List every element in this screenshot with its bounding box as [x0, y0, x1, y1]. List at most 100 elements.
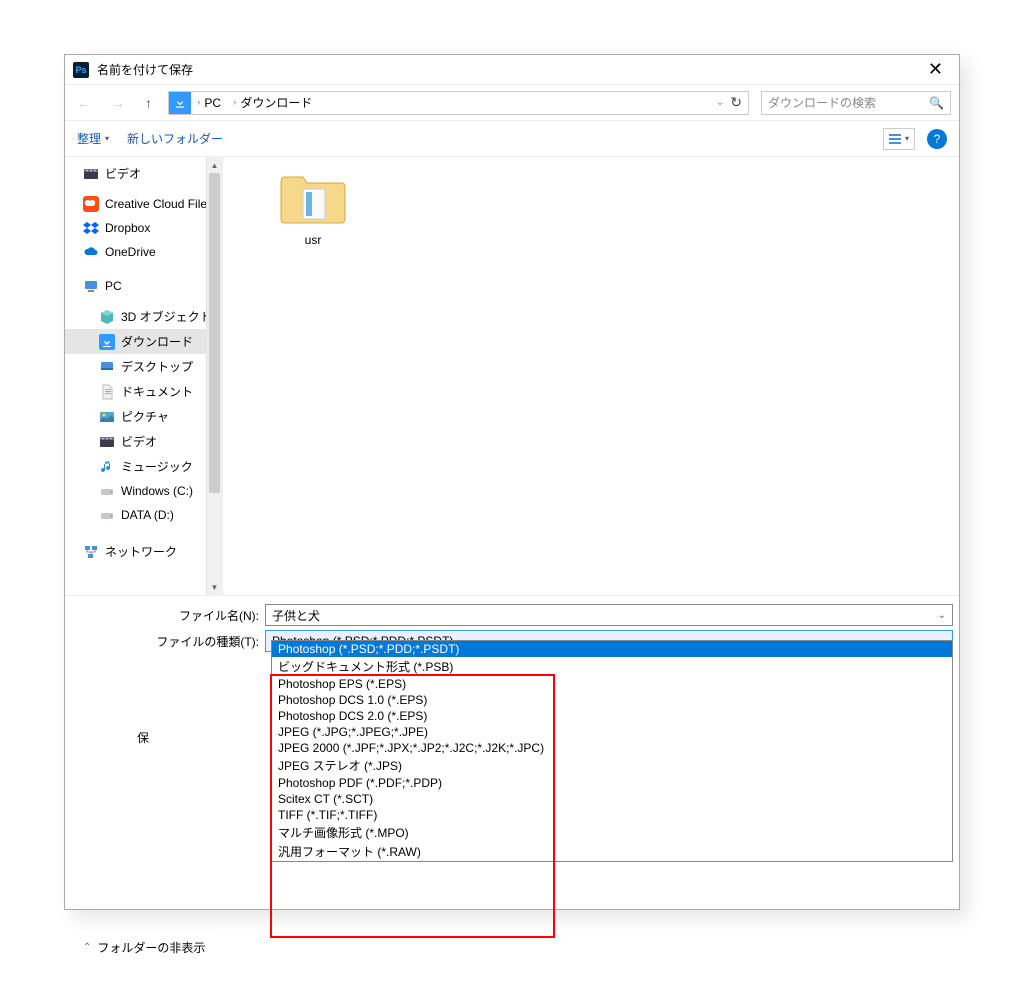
- sidebar-item-label: ドキュメント: [121, 383, 193, 400]
- save-as-dialog: Ps 名前を付けて保存 ✕ ← → ↑ ›PC ›ダウンロード ⌄ ↻ ダウンロ…: [64, 54, 960, 910]
- picture-icon: [99, 409, 115, 425]
- filetype-option[interactable]: JPEG 2000 (*.JPF;*.JPX;*.JP2;*.J2C;*.J2K…: [272, 740, 952, 756]
- onedrive-icon: [83, 244, 99, 260]
- file-content-area[interactable]: usr: [223, 157, 959, 595]
- sidebar-item-dropbox[interactable]: Dropbox: [65, 216, 222, 240]
- filetype-option[interactable]: Photoshop DCS 2.0 (*.EPS): [272, 708, 952, 724]
- window-title: 名前を付けて保存: [97, 61, 193, 78]
- chevron-up-icon: ⌃: [83, 942, 91, 953]
- filetype-option[interactable]: Photoshop EPS (*.EPS): [272, 676, 952, 692]
- cc-icon: [83, 196, 99, 212]
- path-segment-pc[interactable]: ›PC: [191, 92, 227, 114]
- sidebar-item-ミュージック[interactable]: ミュージック: [65, 454, 222, 479]
- document-icon: [99, 384, 115, 400]
- organize-button[interactable]: 整理: [77, 130, 109, 147]
- up-button[interactable]: ↑: [141, 95, 156, 111]
- filename-label: ファイル名(N):: [65, 607, 265, 624]
- bottom-area: 保 Photoshop (*.PSD;*.PDD;*.PSDT)ビッグドキュメン…: [65, 664, 959, 964]
- back-button[interactable]: ←: [73, 95, 95, 111]
- desktop-icon: [99, 359, 115, 375]
- filetype-dropdown[interactable]: Photoshop (*.PSD;*.PDD;*.PSDT)ビッグドキュメント形…: [271, 640, 953, 862]
- filetype-option[interactable]: JPEG ステレオ (*.JPS): [272, 756, 952, 775]
- sidebar-item-label: デスクトップ: [121, 358, 193, 375]
- sidebar-item-デスクトップ[interactable]: デスクトップ: [65, 354, 222, 379]
- download-arrow-icon: [169, 92, 191, 114]
- photoshop-icon: Ps: [73, 62, 89, 78]
- sidebar-item-creative-cloud-files[interactable]: Creative Cloud Files: [65, 192, 222, 216]
- close-button[interactable]: ✕: [920, 59, 951, 80]
- view-mode-button[interactable]: ▾: [883, 128, 915, 150]
- sidebar-item-label: ビデオ: [105, 165, 141, 182]
- chevron-down-icon[interactable]: ⌄: [938, 610, 946, 621]
- sidebar-item-label: ダウンロード: [121, 333, 193, 350]
- sidebar-item-label: ミュージック: [121, 458, 193, 475]
- sidebar-item-label: 3D オブジェクト: [121, 308, 212, 325]
- sidebar-item-3d-オブジェクト[interactable]: 3D オブジェクト: [65, 304, 222, 329]
- sidebar-item-ビデオ[interactable]: ビデオ: [65, 161, 222, 186]
- toolbar: 整理 新しいフォルダー ▾ ?: [65, 121, 959, 157]
- sidebar-item-label: ピクチャ: [121, 408, 169, 425]
- sidebar-item-ネットワーク[interactable]: ネットワーク: [65, 539, 222, 564]
- sidebar-item-data-(d:)[interactable]: DATA (D:): [65, 503, 222, 527]
- folder-item-usr[interactable]: usr: [263, 171, 363, 247]
- hide-folders-button[interactable]: ⌃ フォルダーの非表示: [71, 931, 217, 964]
- scroll-thumb[interactable]: [209, 173, 220, 493]
- drive-icon: [99, 483, 115, 499]
- filetype-option[interactable]: JPEG (*.JPG;*.JPEG;*.JPE): [272, 724, 952, 740]
- sidebar: ビデオ Creative Cloud Files Dropbox OneDrive PC…: [65, 157, 223, 595]
- chevron-right-icon: ›: [233, 97, 236, 108]
- filetype-option[interactable]: マルチ画像形式 (*.MPO): [272, 823, 952, 842]
- folder-label: usr: [305, 233, 322, 247]
- help-button[interactable]: ?: [927, 129, 947, 149]
- 3d-icon: [99, 309, 115, 325]
- sidebar-item-ビデオ[interactable]: ビデオ: [65, 429, 222, 454]
- pc-icon: [83, 278, 99, 294]
- navbar: ← → ↑ ›PC ›ダウンロード ⌄ ↻ ダウンロードの検索 🔍: [65, 85, 959, 121]
- filetype-option[interactable]: Photoshop PDF (*.PDF;*.PDP): [272, 775, 952, 791]
- scroll-up-icon[interactable]: ▲: [207, 157, 222, 173]
- sidebar-item-label: DATA (D:): [121, 508, 174, 522]
- filetype-option[interactable]: 汎用フォーマット (*.RAW): [272, 842, 952, 861]
- chevron-right-icon: ›: [197, 97, 200, 108]
- video-icon: [83, 166, 99, 182]
- filetype-option[interactable]: Scitex CT (*.SCT): [272, 791, 952, 807]
- filetype-label: ファイルの種類(T):: [65, 633, 265, 650]
- download-icon: [99, 334, 115, 350]
- search-placeholder: ダウンロードの検索: [768, 94, 876, 111]
- drive-icon: [99, 507, 115, 523]
- sidebar-item-label: Dropbox: [105, 221, 150, 235]
- main-area: ビデオ Creative Cloud Files Dropbox OneDrive PC…: [65, 157, 959, 595]
- save-options-partial: 保: [137, 729, 149, 746]
- sidebar-scrollbar[interactable]: ▲ ▼: [206, 157, 222, 595]
- sidebar-item-ドキュメント[interactable]: ドキュメント: [65, 379, 222, 404]
- sidebar-item-label: Windows (C:): [121, 484, 193, 498]
- filetype-option[interactable]: TIFF (*.TIF;*.TIFF): [272, 807, 952, 823]
- chevron-down-icon: ▾: [905, 134, 909, 143]
- sidebar-item-pc[interactable]: PC: [65, 274, 222, 298]
- forward-button[interactable]: →: [107, 95, 129, 111]
- network-icon: [83, 544, 99, 560]
- sidebar-item-label: OneDrive: [105, 245, 156, 259]
- sidebar-item-windows-(c:)[interactable]: Windows (C:): [65, 479, 222, 503]
- sidebar-item-label: ビデオ: [121, 433, 157, 450]
- music-icon: [99, 459, 115, 475]
- sidebar-item-ピクチャ[interactable]: ピクチャ: [65, 404, 222, 429]
- path-segment-downloads[interactable]: ›ダウンロード: [227, 92, 318, 114]
- filetype-option[interactable]: Photoshop (*.PSD;*.PDD;*.PSDT): [272, 641, 952, 657]
- filetype-option[interactable]: ビッグドキュメント形式 (*.PSB): [272, 657, 952, 676]
- video-icon: [99, 434, 115, 450]
- refresh-button[interactable]: ↻: [730, 94, 742, 111]
- scroll-down-icon[interactable]: ▼: [207, 579, 222, 595]
- sidebar-item-label: Creative Cloud Files: [105, 197, 213, 211]
- new-folder-button[interactable]: 新しいフォルダー: [127, 130, 223, 147]
- search-input[interactable]: ダウンロードの検索 🔍: [761, 91, 951, 115]
- sidebar-item-onedrive[interactable]: OneDrive: [65, 240, 222, 264]
- sidebar-item-label: ネットワーク: [105, 543, 177, 560]
- filename-input[interactable]: 子供と犬 ⌄: [265, 604, 953, 626]
- path-box[interactable]: ›PC ›ダウンロード ⌄ ↻: [168, 91, 749, 115]
- filetype-option[interactable]: Photoshop DCS 1.0 (*.EPS): [272, 692, 952, 708]
- titlebar: Ps 名前を付けて保存 ✕: [65, 55, 959, 85]
- sidebar-item-ダウンロード[interactable]: ダウンロード: [65, 329, 222, 354]
- list-bars-icon: [889, 134, 901, 144]
- path-dropdown-icon[interactable]: ⌄: [716, 97, 724, 108]
